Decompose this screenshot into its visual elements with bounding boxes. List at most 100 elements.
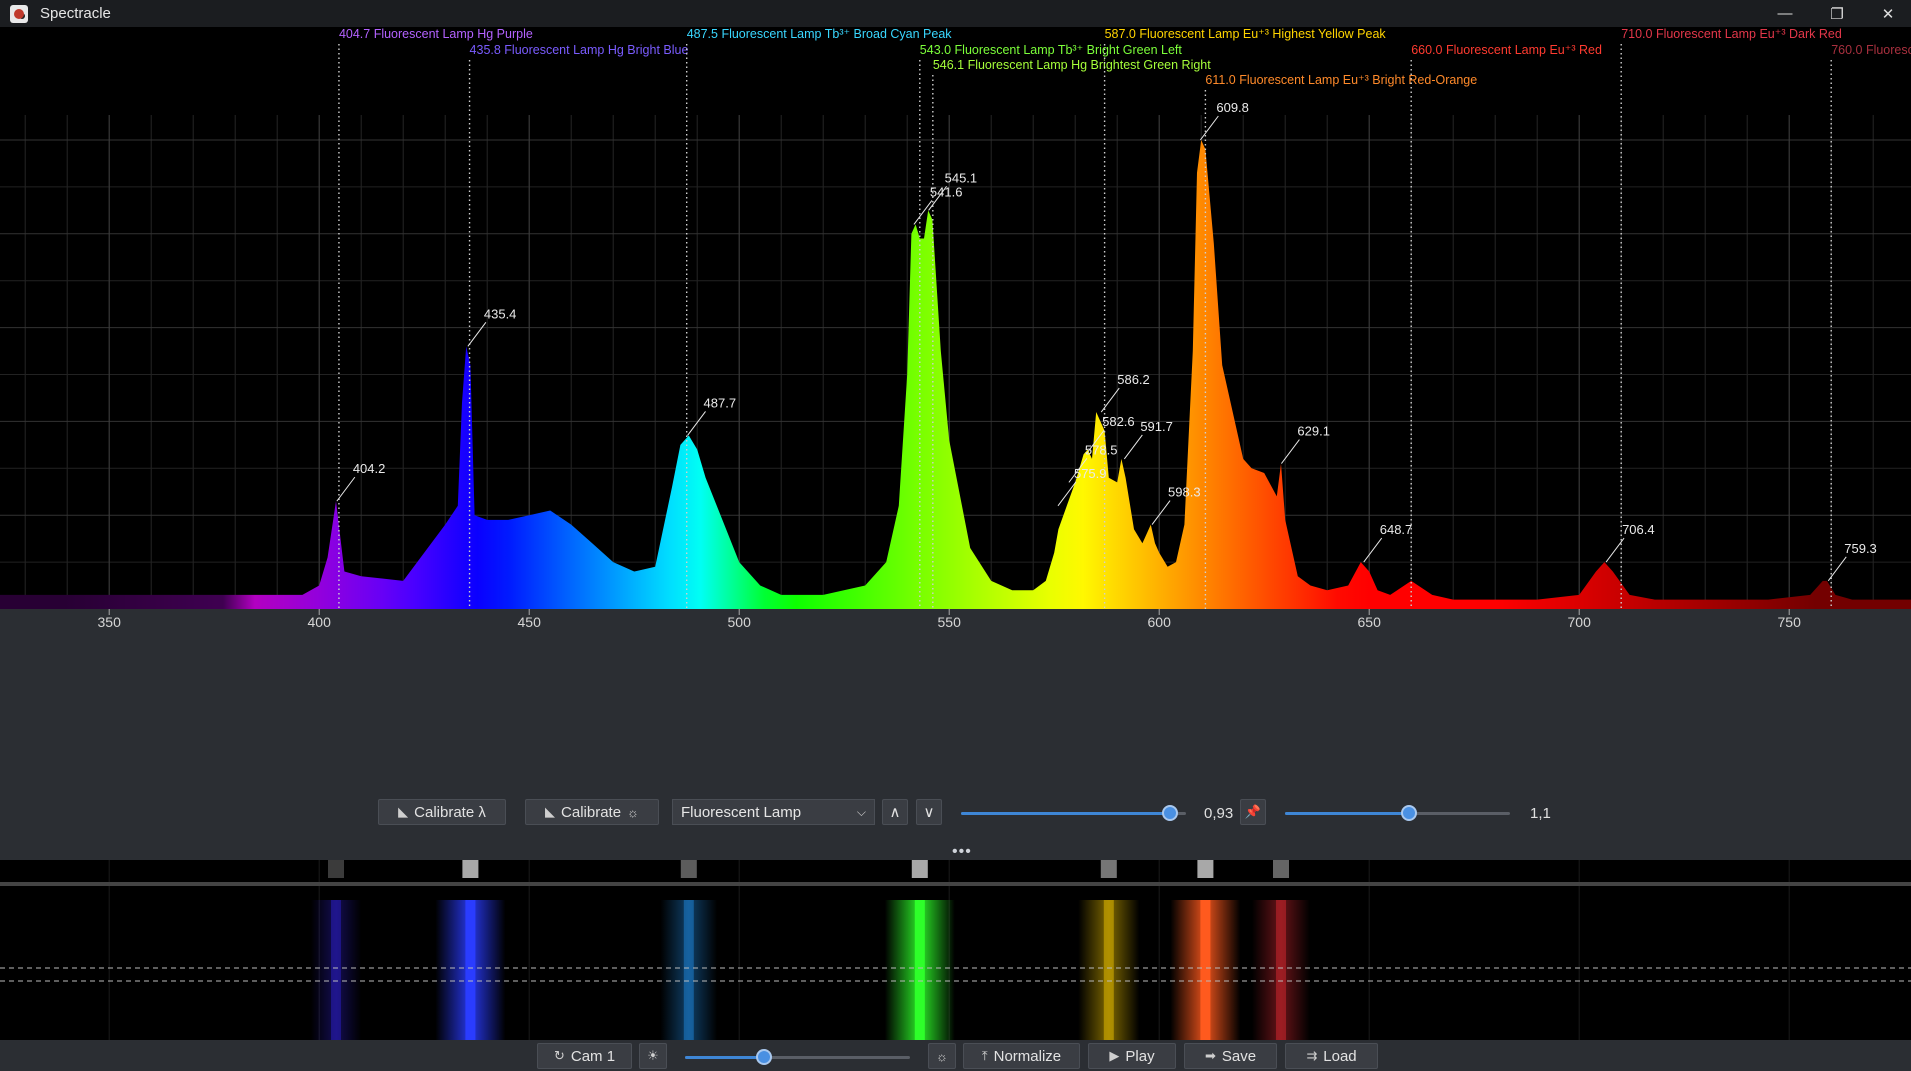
peak-leader-line bbox=[1363, 537, 1383, 563]
camera-top-band bbox=[680, 860, 697, 878]
x-tick-label: 600 bbox=[1148, 614, 1172, 630]
peak-label: 591.7 bbox=[1140, 419, 1173, 434]
sun-icon: ☼ bbox=[936, 1048, 948, 1064]
peak-leader-line bbox=[467, 322, 487, 347]
peak-label: 487.7 bbox=[704, 395, 737, 410]
threshold-slider[interactable] bbox=[961, 803, 1186, 823]
camera-preview[interactable] bbox=[0, 860, 1911, 1040]
bottom-toolbar: ↻ Cam 1 ☀ ☼ ⤒ Normalize ▶ Play ➡ Save ⇉ … bbox=[0, 1040, 1911, 1071]
peak-label: 575.9 bbox=[1074, 466, 1107, 481]
calibrate-intensity-label: Calibrate bbox=[561, 803, 622, 821]
camera-line-core bbox=[683, 900, 694, 1040]
camera-divider bbox=[0, 882, 1911, 886]
calibrate-intensity-button[interactable]: ◣ Calibrate ☼ bbox=[525, 799, 659, 825]
window-title: Spectracle bbox=[40, 5, 111, 22]
preset-select[interactable]: Fluorescent Lamp ⌵ bbox=[672, 799, 875, 825]
camera-top-band bbox=[462, 860, 479, 878]
exposure-slider[interactable] bbox=[685, 1047, 910, 1067]
camera-top-band bbox=[911, 860, 928, 878]
camera-line-core bbox=[1276, 900, 1286, 1040]
x-tick-label: 350 bbox=[98, 614, 122, 630]
reference-label: 487.5 Fluorescent Lamp Tb³⁺ Broad Cyan P… bbox=[687, 27, 953, 41]
ruler-icon: ◣ bbox=[398, 804, 409, 819]
save-button[interactable]: ➡ Save bbox=[1184, 1043, 1277, 1069]
peak-label: 629.1 bbox=[1297, 424, 1330, 439]
x-tick-label: 550 bbox=[938, 614, 962, 630]
splitter-handle[interactable]: ••• bbox=[952, 843, 972, 861]
peak-leader-line bbox=[1151, 500, 1171, 525]
normalize-label: Normalize bbox=[993, 1047, 1062, 1065]
reference-label: 710.0 Fluorescent Lamp Eu⁺³ Dark Red bbox=[1621, 27, 1842, 41]
normalize-button[interactable]: ⤒ Normalize bbox=[963, 1043, 1080, 1069]
x-tick-label: 750 bbox=[1778, 614, 1802, 630]
peak-label: 435.4 bbox=[484, 306, 517, 321]
next-preset-button[interactable]: ∨ bbox=[916, 799, 942, 825]
camera-line-core bbox=[1103, 900, 1114, 1040]
slider-handle[interactable] bbox=[1400, 805, 1417, 821]
title-bar: Spectracle — ❐ ✕ bbox=[0, 0, 1911, 27]
camera-line-core bbox=[1200, 900, 1211, 1040]
smoothing-value: 1,1 bbox=[1530, 805, 1551, 822]
save-label: Save bbox=[1221, 1047, 1257, 1065]
peak-leader-line bbox=[1123, 434, 1143, 460]
reference-label: 611.0 Fluorescent Lamp Eu⁺³ Bright Red-O… bbox=[1205, 73, 1477, 87]
peak-label: 545.1 bbox=[945, 170, 978, 185]
reference-label: 546.1 Fluorescent Lamp Hg Brightest Gree… bbox=[933, 58, 1211, 72]
x-tick-label: 700 bbox=[1568, 614, 1592, 630]
threshold-value: 0,93 bbox=[1204, 805, 1234, 822]
camera-label: Cam 1 bbox=[570, 1047, 616, 1065]
camera-top-band bbox=[1197, 860, 1214, 878]
brightness-button[interactable]: ☼ bbox=[928, 1043, 956, 1069]
play-button[interactable]: ▶ Play bbox=[1088, 1043, 1176, 1069]
sun-icon: ☼ bbox=[627, 804, 639, 820]
camera-line-core bbox=[914, 900, 925, 1040]
x-tick-label: 500 bbox=[728, 614, 752, 630]
slider-fill bbox=[1285, 812, 1409, 815]
reference-label: 587.0 Fluorescent Lamp Eu⁺³ Highest Yell… bbox=[1105, 27, 1387, 41]
maximize-button[interactable]: ❐ bbox=[1814, 0, 1860, 27]
spectrum-chart[interactable]: 404.7 Fluorescent Lamp Hg Purple 435.8 Fl… bbox=[0, 27, 1911, 744]
peak-leader-line bbox=[1281, 439, 1300, 464]
slider-fill bbox=[685, 1056, 764, 1059]
slider-handle[interactable] bbox=[755, 1049, 772, 1065]
pin-icon: 📌 bbox=[1244, 804, 1262, 819]
auto-exposure-button[interactable]: ☀ bbox=[639, 1043, 667, 1069]
camera-line-core bbox=[331, 900, 341, 1040]
x-tick-label: 400 bbox=[308, 614, 332, 630]
peak-label: 609.8 bbox=[1216, 100, 1249, 115]
close-button[interactable]: ✕ bbox=[1865, 0, 1911, 27]
x-tick-label: 650 bbox=[1358, 614, 1382, 630]
load-icon: ⇉ bbox=[1306, 1048, 1318, 1063]
refresh-icon: ↻ bbox=[553, 1048, 565, 1063]
camera-top-band bbox=[1100, 860, 1117, 878]
peak-label: 598.3 bbox=[1168, 485, 1201, 500]
peak-label: 648.7 bbox=[1380, 522, 1413, 537]
load-button[interactable]: ⇉ Load bbox=[1285, 1043, 1378, 1069]
down-label: ∨ bbox=[923, 804, 935, 821]
camera-select-button[interactable]: ↻ Cam 1 bbox=[537, 1043, 632, 1069]
ruler-icon: ◣ bbox=[545, 804, 556, 819]
peak-label: 404.2 bbox=[353, 461, 386, 476]
reference-label: 543.0 Fluorescent Lamp Tb³⁺ Bright Green… bbox=[920, 43, 1183, 57]
play-label: Play bbox=[1125, 1047, 1155, 1065]
smoothing-slider[interactable] bbox=[1285, 803, 1510, 823]
slider-fill bbox=[961, 812, 1171, 815]
load-label: Load bbox=[1323, 1047, 1357, 1065]
previous-preset-button[interactable]: ∧ bbox=[882, 799, 908, 825]
peak-label: 706.4 bbox=[1622, 522, 1655, 537]
reference-label: 435.8 Fluorescent Lamp Hg Bright Blue bbox=[470, 43, 689, 57]
minimize-button[interactable]: — bbox=[1762, 0, 1808, 27]
camera-top-band bbox=[328, 860, 344, 878]
camera-svg bbox=[0, 860, 1911, 1040]
reference-label: 760.0 Fluorescent Lamp Ar Infrared bbox=[1831, 43, 1911, 57]
play-icon: ▶ bbox=[1109, 1048, 1120, 1063]
peak-leader-line bbox=[687, 411, 706, 436]
pin-button[interactable]: 📌 bbox=[1240, 799, 1266, 825]
slider-handle[interactable] bbox=[1162, 805, 1179, 821]
calibrate-wavelength-button[interactable]: ◣ Calibrate λ bbox=[378, 799, 506, 825]
camera-line-core bbox=[465, 900, 476, 1040]
sun-icon: ☀ bbox=[647, 1048, 659, 1063]
peak-leader-line bbox=[1199, 115, 1219, 141]
x-tick-label: 450 bbox=[518, 614, 542, 630]
peak-label: 586.2 bbox=[1117, 372, 1150, 387]
